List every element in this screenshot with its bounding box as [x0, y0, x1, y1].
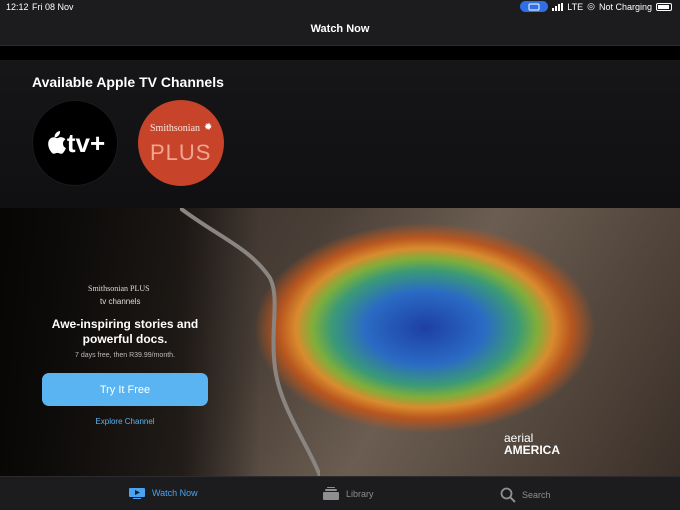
explore-channel-link[interactable]: Explore Channel	[42, 417, 208, 426]
tv-icon	[129, 488, 145, 499]
page-title: Watch Now	[310, 23, 370, 35]
smithsonian-plus-channel[interactable]: Smithsonian ✹ PLUS	[138, 100, 224, 186]
tab-bar: Watch Now Library Search	[0, 476, 680, 510]
smithsonian-label: Smithsonian	[150, 123, 201, 134]
signal-icon	[552, 2, 564, 11]
hero-brand: Smithsonian PLUS	[88, 284, 150, 293]
library-icon	[323, 487, 339, 500]
tab-watch-now[interactable]: Watch Now	[128, 487, 198, 499]
lock-rotation-icon: ◎	[587, 1, 595, 11]
plus-label: PLUS	[150, 140, 212, 165]
tab-label: Library	[346, 489, 374, 499]
apple-tv-plus-channel[interactable]: tv+	[32, 100, 118, 186]
sunburst-icon: ✹	[204, 122, 213, 133]
screen-mirror-icon	[520, 1, 549, 12]
tab-label: Watch Now	[152, 488, 198, 498]
status-bar: 12:12 Fri 08 Nov LTE ◎ Not Charging	[0, 0, 680, 14]
navigation-bar: Watch Now	[0, 14, 680, 46]
battery-icon	[656, 2, 672, 11]
status-time: 12:12	[6, 2, 29, 12]
aerial-america-watermark: aerial AMERICA	[504, 432, 560, 456]
watermark-line2: AMERICA	[504, 443, 560, 457]
try-it-free-button[interactable]: Try It Free	[42, 373, 208, 406]
hero-price: 7 days free, then R39.99/month.	[74, 352, 175, 359]
search-icon	[500, 487, 516, 503]
status-right: LTE ◎ Not Charging	[520, 1, 672, 12]
hero-subbrand: tv channels	[100, 297, 141, 306]
status-date: Fri 08 Nov	[32, 2, 74, 12]
tab-search[interactable]: Search	[500, 487, 551, 503]
apple-icon	[48, 131, 66, 154]
battery-text: Not Charging	[598, 1, 652, 12]
tab-label: Search	[522, 490, 551, 500]
hero-headline: Awe-inspiring stories and powerful docs.	[51, 317, 199, 346]
channels-heading: Available Apple TV Channels	[32, 74, 224, 90]
tab-library[interactable]: Library	[322, 487, 374, 501]
channels-section: Available Apple TV Channels tv+ Smithson…	[0, 60, 680, 208]
apple-tv-plus-label: tv+	[66, 127, 106, 158]
network-label: LTE	[567, 1, 584, 12]
hero-banner[interactable]: Smithsonian PLUS tv channels Awe-inspiri…	[0, 208, 680, 476]
